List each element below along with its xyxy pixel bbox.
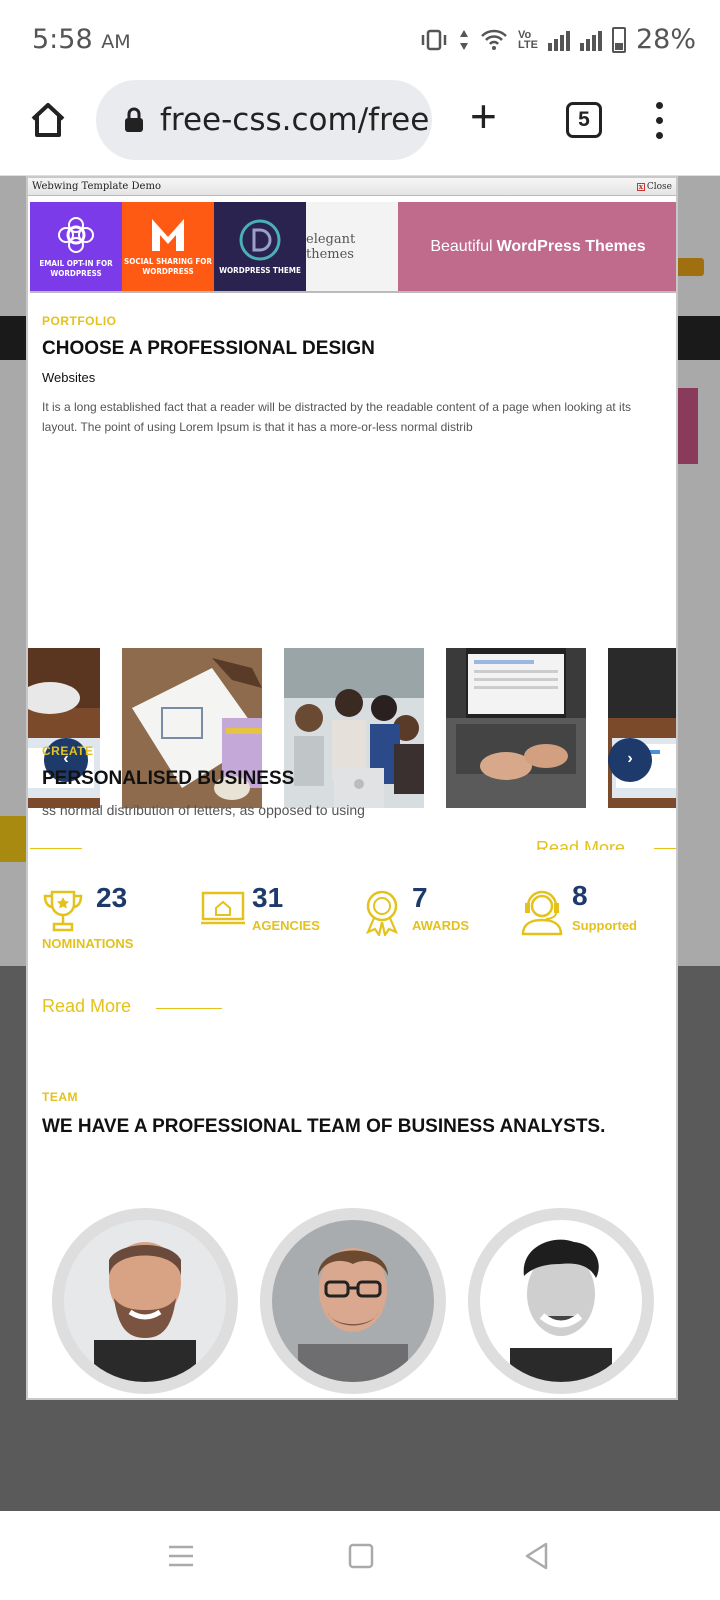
divi-logo-icon: [239, 219, 281, 260]
home-nav-icon[interactable]: [346, 1541, 376, 1571]
stat-value: 7: [412, 882, 428, 913]
team-heading: WE HAVE A PROFESSIONAL TEAM OF BUSINESS …: [42, 1116, 606, 1137]
business-paragraph: ss normal distribution of letters, as op…: [42, 802, 365, 818]
business-read-more[interactable]: Read More: [42, 996, 131, 1017]
tab-count-button[interactable]: 5: [566, 102, 602, 138]
more-menu-icon[interactable]: [656, 102, 666, 142]
carousel-next-button[interactable]: ›: [608, 738, 652, 782]
team-member-2[interactable]: [260, 1208, 446, 1394]
stat-value: 31: [252, 882, 284, 913]
system-navigation-bar: [0, 1511, 720, 1600]
stat-value: 8: [572, 880, 588, 911]
data-arrows-icon: [460, 29, 469, 50]
team-member-3[interactable]: [468, 1208, 654, 1394]
portfolio-divider-left: [30, 848, 82, 849]
modal-title: Webwing Template Demo: [32, 181, 161, 192]
signal-1-icon: [547, 29, 570, 51]
volte-icon: Vo LTE: [518, 28, 538, 51]
back-nav-icon[interactable]: [522, 1541, 552, 1571]
stat-label: NOMINATIONS: [42, 936, 134, 951]
stat-label: Supported: [572, 918, 637, 933]
banner-tile-elegant[interactable]: elegant themes: [306, 202, 398, 291]
banner-tile-social[interactable]: SOCIAL SHARING FOR WORDPRESS: [122, 202, 214, 291]
banner-tile-divi[interactable]: WORDPRESS THEME: [214, 202, 306, 291]
ad-banner[interactable]: EMAIL OPT-IN FOR WORDPRESS SOCIAL SHARIN…: [30, 202, 676, 293]
business-section: CREATE PERSONALISED BUSINESS ss normal d…: [42, 744, 372, 819]
team-section: TEAM WE HAVE A PROFESSIONAL TEAM OF BUSI…: [42, 1090, 605, 1138]
signal-2-icon: [579, 29, 602, 51]
support-headset-icon: [521, 890, 563, 936]
browser-toolbar: free-css.com/free + 5: [0, 80, 720, 176]
modal-titlebar: Webwing Template Demo x Close: [28, 178, 676, 196]
recent-apps-icon[interactable]: [166, 1541, 196, 1571]
monarch-logo-icon: [152, 218, 184, 251]
carousel-photo-5[interactable]: [608, 648, 676, 808]
monitor-home-icon: [201, 891, 245, 925]
carousel-photo-4[interactable]: [446, 648, 586, 808]
stat-label: AGENCIES: [252, 918, 320, 933]
portfolio-read-more[interactable]: Read More: [536, 838, 625, 850]
portfolio-divider-right: [654, 848, 676, 849]
url-text[interactable]: free-css.com/free: [160, 102, 429, 138]
business-heading: PERSONALISED BUSINESS: [42, 768, 295, 789]
modal-close-button[interactable]: x Close: [636, 178, 672, 196]
business-eyebrow: CREATE: [42, 744, 94, 758]
avatar: [64, 1220, 226, 1382]
avatar: [480, 1220, 642, 1382]
banner-cta[interactable]: Beautiful WordPress Themes: [398, 202, 676, 291]
trophy-icon: [43, 890, 83, 932]
address-bar[interactable]: free-css.com/free: [96, 80, 432, 160]
elegant-themes-logo: elegant themes: [306, 231, 356, 262]
portfolio-section: PORTFOLIO CHOOSE A PROFESSIONAL DESIGN W…: [42, 314, 662, 437]
vibrate-icon: [421, 29, 447, 50]
home-icon[interactable]: [28, 100, 68, 140]
new-tab-icon[interactable]: +: [470, 93, 497, 139]
close-icon: x: [636, 182, 645, 191]
bloom-logo-icon: [58, 216, 94, 253]
team-member-1[interactable]: [52, 1208, 238, 1394]
status-icons: Vo LTE 28%: [420, 24, 696, 55]
team-eyebrow: TEAM: [42, 1090, 78, 1104]
battery-icon: [611, 26, 626, 53]
banner-tile-email[interactable]: EMAIL OPT-IN FOR WORDPRESS: [30, 202, 122, 291]
wifi-icon: [481, 29, 507, 50]
template-demo-modal: Webwing Template Demo x Close EMAIL OPT-I…: [26, 176, 678, 1400]
stat-value: 23: [96, 882, 128, 913]
lock-icon: [125, 107, 143, 132]
stat-label: AWARDS: [412, 918, 470, 933]
battery-percent: 28%: [635, 24, 696, 55]
avatar: [272, 1220, 434, 1382]
business-divider: [156, 1008, 222, 1009]
status-bar: 5:58 AM Vo LTE 28%: [0, 0, 720, 80]
portfolio-eyebrow: PORTFOLIO: [42, 314, 117, 328]
portfolio-paragraph: It is a long established fact that a rea…: [42, 400, 632, 434]
portfolio-subhead: Websites: [42, 370, 96, 385]
award-badge-icon: [365, 890, 399, 936]
clock: 5:58 AM: [32, 24, 131, 55]
portfolio-heading: CHOOSE A PROFESSIONAL DESIGN: [42, 338, 375, 359]
